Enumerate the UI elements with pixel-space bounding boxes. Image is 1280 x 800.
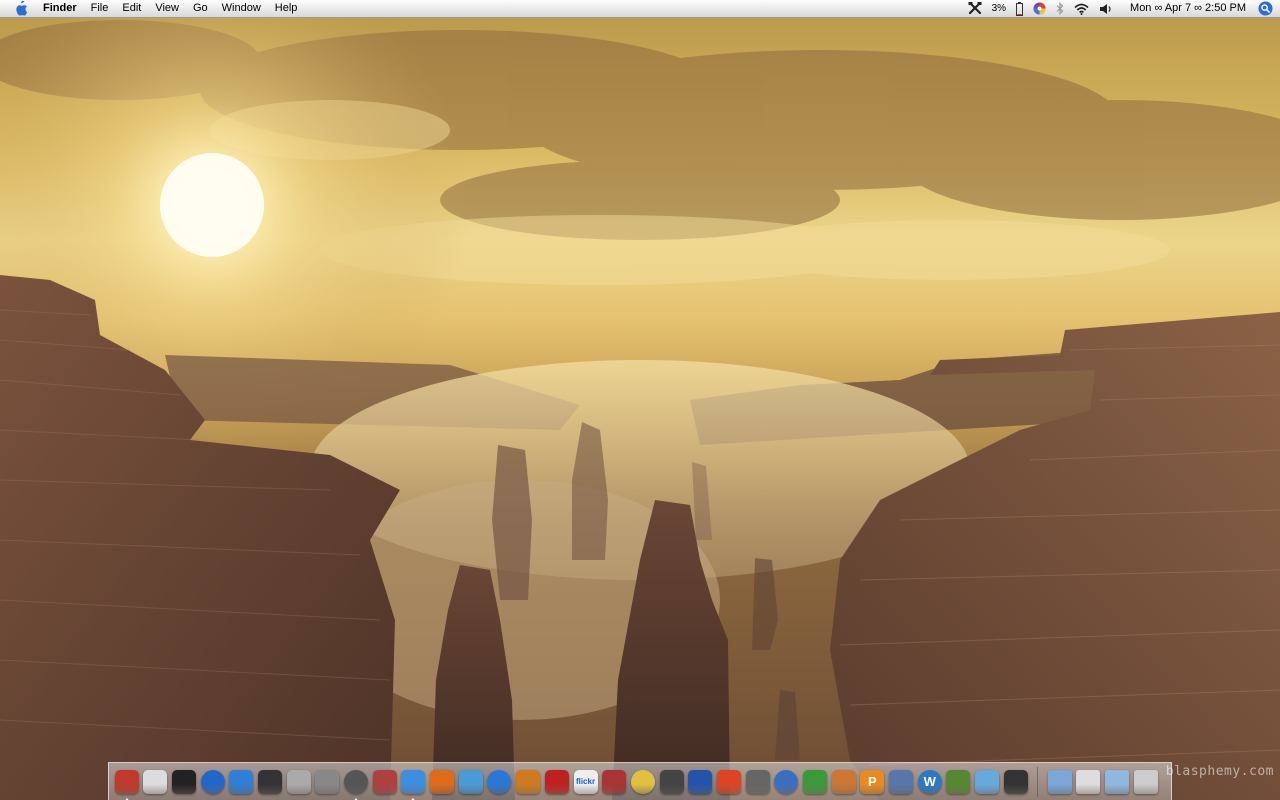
wallpaper-watermark: blasphemy.com xyxy=(1165,764,1274,779)
dock-item-app-19[interactable] xyxy=(658,767,685,797)
dock-item-app-30[interactable] xyxy=(974,767,1001,797)
menu-view[interactable]: View xyxy=(148,0,186,17)
dock-item-applications-stack[interactable] xyxy=(1075,767,1102,797)
dock-item-activity-monitor[interactable] xyxy=(256,767,283,797)
dock-item-app-31[interactable] xyxy=(1002,767,1029,797)
dock-item-app-21[interactable] xyxy=(715,767,742,797)
applications-stack-icon xyxy=(1076,769,1101,794)
dock-item-documents-stack[interactable] xyxy=(1046,767,1073,797)
dock-item-app-17[interactable] xyxy=(601,767,628,797)
address-book-icon xyxy=(372,769,397,794)
flickr-uploader-icon: flickr xyxy=(573,769,598,794)
dock-item-app-23[interactable] xyxy=(773,767,800,797)
dock-item-app-20[interactable] xyxy=(687,767,714,797)
dock-separator xyxy=(1037,766,1038,797)
app-27-icon xyxy=(889,769,914,794)
menu-clock[interactable]: Mon ∞ Apr 7 ∞ 2:50 PM xyxy=(1118,0,1254,17)
dock-item-app-27[interactable] xyxy=(888,767,915,797)
dock-item-flickr-uploader[interactable]: flickr xyxy=(572,767,599,797)
network-icon xyxy=(229,769,254,794)
dock-item-finder[interactable] xyxy=(113,767,140,800)
iphoto-icon xyxy=(516,769,541,794)
photo-booth-icon xyxy=(544,769,569,794)
menu-bar-status: 3% Mon ∞ Apr 7 ∞ 2:50 PM xyxy=(963,0,1280,17)
dock-item-app-29[interactable] xyxy=(945,767,972,797)
dock-item-network[interactable] xyxy=(228,767,255,797)
dock-item-address-book[interactable] xyxy=(371,767,398,797)
firefox-icon xyxy=(430,769,455,794)
terminal-icon xyxy=(171,769,196,794)
desktop-wallpaper xyxy=(0,0,1280,800)
app-20-icon xyxy=(688,769,713,794)
dock-item-app-24[interactable] xyxy=(802,767,829,797)
downloads-stack-icon xyxy=(1104,769,1129,794)
app-28-icon: W xyxy=(917,769,942,794)
menu-bar: Finder File Edit View Go Window Help 3% xyxy=(0,0,1280,18)
volume-icon[interactable] xyxy=(1094,0,1118,17)
dock-item-app-6[interactable] xyxy=(285,767,312,797)
dock-item-dvd-player[interactable] xyxy=(343,767,370,800)
canyon-landscape xyxy=(0,0,1280,800)
app-25-icon xyxy=(831,769,856,794)
app-31-icon xyxy=(1003,769,1028,794)
app-22-icon xyxy=(745,769,770,794)
app-30-icon xyxy=(975,769,1000,794)
tools-icon[interactable] xyxy=(963,0,987,17)
dock-item-firefox[interactable] xyxy=(429,767,456,797)
dock-item-downloads-stack[interactable] xyxy=(1103,767,1130,797)
app-18-icon xyxy=(630,769,655,794)
dock-item-app-3[interactable] xyxy=(199,767,226,797)
app-7-icon xyxy=(315,769,340,794)
menu-edit[interactable]: Edit xyxy=(115,0,148,17)
dock-item-app-25[interactable] xyxy=(830,767,857,797)
system-profiler-icon xyxy=(143,769,168,794)
dock-item-app-26[interactable]: P xyxy=(859,767,886,797)
dvd-player-icon xyxy=(344,769,368,794)
menu-file[interactable]: File xyxy=(84,0,116,17)
dock-item-itunes[interactable] xyxy=(457,767,484,797)
activity-monitor-icon xyxy=(257,769,282,794)
battery-percent[interactable]: 3% xyxy=(987,0,1011,17)
menu-go[interactable]: Go xyxy=(186,0,215,17)
apple-icon[interactable] xyxy=(10,0,32,17)
dock: flickr P W xyxy=(108,762,1172,800)
spotlight-icon[interactable] xyxy=(1254,0,1276,17)
menu-window[interactable]: Window xyxy=(215,0,268,17)
app-19-icon xyxy=(659,769,684,794)
app-26-icon: P xyxy=(860,769,885,794)
menu-help[interactable]: Help xyxy=(268,0,305,17)
dock-item-system-profiler[interactable] xyxy=(142,767,169,797)
battery-icon[interactable] xyxy=(1011,0,1028,17)
dock-item-app-18[interactable] xyxy=(629,767,656,797)
app-6-icon xyxy=(286,769,311,794)
dock-item-terminal[interactable] xyxy=(170,767,197,797)
dock-item-quicktime[interactable] xyxy=(486,767,513,797)
dock-item-app-7[interactable] xyxy=(314,767,341,797)
app-21-icon xyxy=(716,769,741,794)
dock-item-app-22[interactable] xyxy=(744,767,771,797)
documents-stack-icon xyxy=(1047,769,1072,794)
app-24-icon xyxy=(803,769,827,794)
dock-item-app-28[interactable]: W xyxy=(916,767,943,797)
finder-icon xyxy=(114,769,139,794)
safari-icon xyxy=(401,769,426,794)
app-17-icon xyxy=(602,769,627,794)
app-29-icon xyxy=(946,769,971,794)
bluetooth-icon[interactable] xyxy=(1051,0,1069,17)
dock-item-photo-booth[interactable] xyxy=(543,767,570,797)
app-menu-finder[interactable]: Finder xyxy=(36,0,84,17)
color-wheel-icon[interactable] xyxy=(1028,0,1051,17)
quicktime-icon xyxy=(487,769,512,794)
wifi-icon[interactable] xyxy=(1069,0,1094,17)
app-3-icon xyxy=(200,769,225,794)
menu-bar-left: Finder File Edit View Go Window Help xyxy=(0,0,304,17)
app-23-icon xyxy=(774,769,799,794)
dock-item-safari[interactable] xyxy=(400,767,427,800)
trash-icon xyxy=(1133,769,1158,794)
dock-item-trash[interactable] xyxy=(1132,767,1159,797)
dock-item-iphoto[interactable] xyxy=(515,767,542,797)
itunes-icon xyxy=(458,769,483,794)
